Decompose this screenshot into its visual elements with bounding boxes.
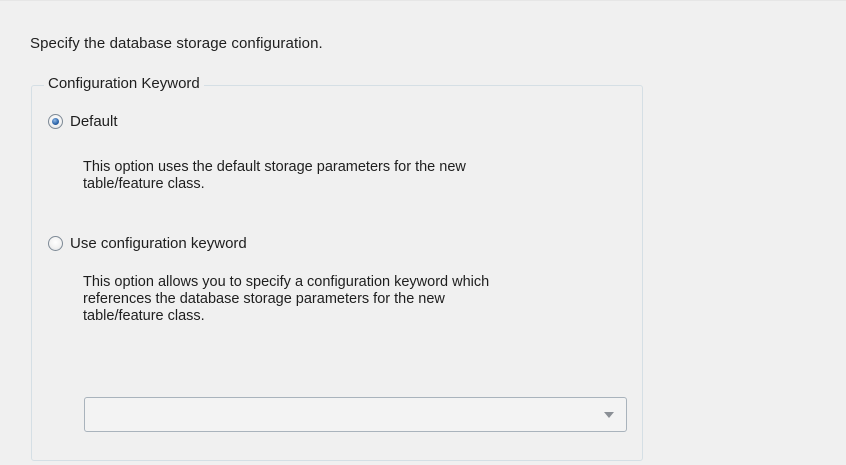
use-configuration-keyword-option[interactable]: Use configuration keyword [48, 235, 247, 252]
default-option[interactable]: Default [48, 113, 118, 130]
groupbox-legend: Configuration Keyword [44, 75, 204, 92]
default-option-description: This option uses the default storage par… [83, 159, 466, 193]
configuration-keyword-dropdown[interactable] [84, 397, 627, 432]
description-line: table/feature class. [83, 308, 205, 324]
default-radio-label: Default [70, 113, 118, 130]
storage-configuration-panel: Specify the database storage configurati… [0, 0, 846, 465]
chevron-down-icon[interactable] [604, 412, 614, 418]
instruction-text: Specify the database storage configurati… [30, 35, 323, 52]
use-configuration-keyword-description: This option allows you to specify a conf… [83, 274, 489, 325]
description-line: table/feature class. [83, 176, 205, 192]
description-line: This option uses the default storage par… [83, 159, 466, 175]
use-configuration-keyword-radio[interactable] [48, 236, 63, 251]
use-configuration-keyword-label: Use configuration keyword [70, 235, 247, 252]
default-radio[interactable] [48, 114, 63, 129]
description-line: This option allows you to specify a conf… [83, 274, 490, 290]
description-line: references the database storage paramete… [83, 291, 445, 307]
